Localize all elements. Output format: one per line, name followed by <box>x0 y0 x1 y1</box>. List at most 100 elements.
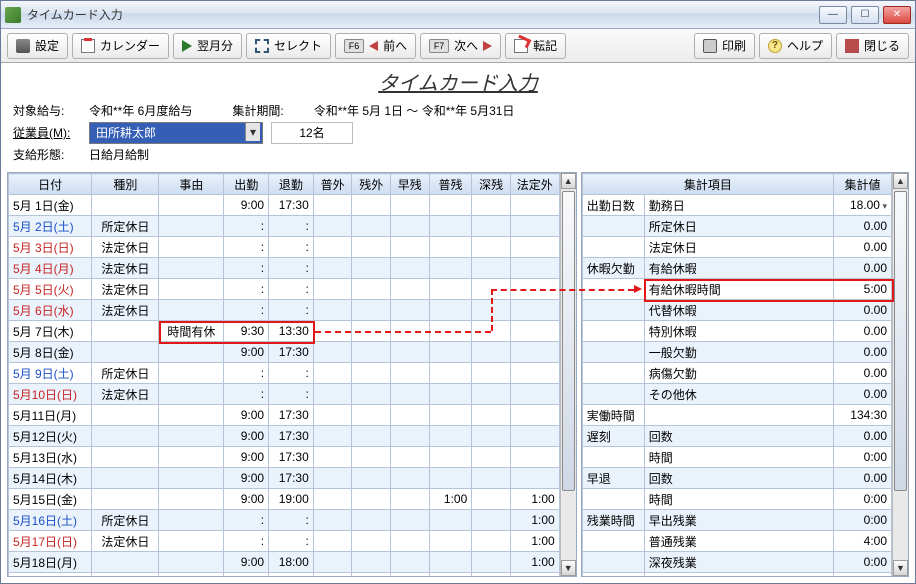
cell[interactable] <box>472 384 511 405</box>
cell[interactable]: 法定休日 <box>92 531 159 552</box>
maximize-button[interactable]: ☐ <box>851 6 879 24</box>
cell[interactable]: 9:00 <box>224 552 269 573</box>
scroll-down-button[interactable]: ▼ <box>561 560 576 576</box>
summary-value[interactable]: 0.00 <box>834 237 892 258</box>
cell[interactable] <box>510 405 559 426</box>
next-month-button[interactable]: 翌月分 <box>173 33 242 59</box>
prev-button[interactable]: F6前へ <box>335 33 416 59</box>
cell[interactable]: 17:30 <box>269 342 314 363</box>
cell[interactable] <box>159 258 224 279</box>
cell[interactable] <box>429 363 472 384</box>
cell[interactable] <box>391 384 430 405</box>
cell[interactable]: : <box>269 384 314 405</box>
cell[interactable] <box>391 279 430 300</box>
cell[interactable] <box>510 237 559 258</box>
summary-value[interactable]: 0.00 <box>834 258 892 279</box>
cell[interactable]: 1:00 <box>510 489 559 510</box>
cell[interactable]: : <box>224 237 269 258</box>
cell[interactable] <box>352 552 391 573</box>
cell[interactable] <box>159 426 224 447</box>
cell[interactable]: 17:30 <box>269 468 314 489</box>
cell[interactable]: 5月11日(月) <box>9 405 92 426</box>
cell[interactable]: 9:30 <box>224 321 269 342</box>
cell[interactable]: 5月12日(火) <box>9 426 92 447</box>
cell[interactable] <box>159 300 224 321</box>
cell[interactable]: 1:00 <box>510 531 559 552</box>
table-row[interactable]: 特別休暇0.00 <box>582 321 891 342</box>
cell[interactable] <box>472 195 511 216</box>
cell[interactable] <box>92 321 159 342</box>
cell[interactable]: : <box>269 258 314 279</box>
cell[interactable]: 17:30 <box>269 195 314 216</box>
cell[interactable] <box>159 573 224 577</box>
cell[interactable] <box>92 489 159 510</box>
cell[interactable]: 9:00 <box>224 489 269 510</box>
cell[interactable] <box>92 426 159 447</box>
cell[interactable] <box>92 573 159 577</box>
cell[interactable]: 5月 1日(金) <box>9 195 92 216</box>
cell[interactable] <box>429 552 472 573</box>
cell[interactable]: 5月13日(水) <box>9 447 92 468</box>
cell[interactable] <box>472 531 511 552</box>
cell[interactable]: 5月 4日(月) <box>9 258 92 279</box>
cell[interactable] <box>391 531 430 552</box>
cell[interactable] <box>472 489 511 510</box>
summary-value[interactable]: 0:00 <box>834 552 892 573</box>
table-row[interactable]: 5月 4日(月)法定休日:: <box>9 258 560 279</box>
calendar-button[interactable]: カレンダー <box>72 33 169 59</box>
table-row[interactable]: 休暇欠勤有給休暇0.00 <box>582 258 891 279</box>
table-row[interactable]: 一般欠勤0.00 <box>582 342 891 363</box>
table-row[interactable]: 45時間超残業0:00 <box>582 573 891 577</box>
cell[interactable]: 5月 5日(火) <box>9 279 92 300</box>
cell[interactable] <box>429 531 472 552</box>
table-row[interactable]: 5月 5日(火)法定休日:: <box>9 279 560 300</box>
cell[interactable]: 5月 7日(木) <box>9 321 92 342</box>
cell[interactable] <box>159 447 224 468</box>
cell[interactable]: 所定休日 <box>92 510 159 531</box>
cell[interactable]: : <box>224 363 269 384</box>
cell[interactable] <box>391 195 430 216</box>
cell[interactable] <box>391 405 430 426</box>
cell[interactable] <box>159 195 224 216</box>
print-button[interactable]: 印刷 <box>694 33 755 59</box>
cell[interactable] <box>313 405 352 426</box>
cell[interactable] <box>391 447 430 468</box>
cell[interactable] <box>313 258 352 279</box>
summary-value[interactable]: 0:00 <box>834 447 892 468</box>
cell[interactable] <box>352 468 391 489</box>
cell[interactable]: 1:00 <box>429 489 472 510</box>
summary-value[interactable]: 134:30 <box>834 405 892 426</box>
summary-value[interactable]: 0.00 <box>834 426 892 447</box>
summary-value[interactable]: 0:00 <box>834 489 892 510</box>
cell[interactable] <box>472 216 511 237</box>
cell[interactable]: 5月 3日(日) <box>9 237 92 258</box>
cell[interactable] <box>429 447 472 468</box>
cell[interactable] <box>472 363 511 384</box>
cell[interactable]: 5月10日(日) <box>9 384 92 405</box>
scroll-up-button[interactable]: ▲ <box>561 173 576 189</box>
cell[interactable] <box>391 489 430 510</box>
cell[interactable]: 17:30 <box>269 405 314 426</box>
table-row[interactable]: 深夜残業0:00 <box>582 552 891 573</box>
cell[interactable]: 9:00 <box>224 405 269 426</box>
cell[interactable] <box>352 405 391 426</box>
cell[interactable] <box>391 321 430 342</box>
cell[interactable] <box>159 510 224 531</box>
cell[interactable] <box>313 468 352 489</box>
cell[interactable] <box>429 258 472 279</box>
cell[interactable]: 5月 6日(水) <box>9 300 92 321</box>
cell[interactable] <box>92 552 159 573</box>
cell[interactable]: 所定休日 <box>92 363 159 384</box>
cell[interactable] <box>472 426 511 447</box>
cell[interactable]: 9:00 <box>224 468 269 489</box>
table-row[interactable]: 遅刻回数0.00 <box>582 426 891 447</box>
table-row[interactable]: 5月16日(土)所定休日::1:00 <box>9 510 560 531</box>
cell[interactable] <box>510 195 559 216</box>
cell[interactable] <box>429 510 472 531</box>
cell[interactable]: 5月19日(火) <box>9 573 92 577</box>
cell[interactable]: : <box>269 300 314 321</box>
cell[interactable] <box>429 279 472 300</box>
cell[interactable] <box>510 258 559 279</box>
cell[interactable] <box>472 552 511 573</box>
cell[interactable] <box>472 258 511 279</box>
